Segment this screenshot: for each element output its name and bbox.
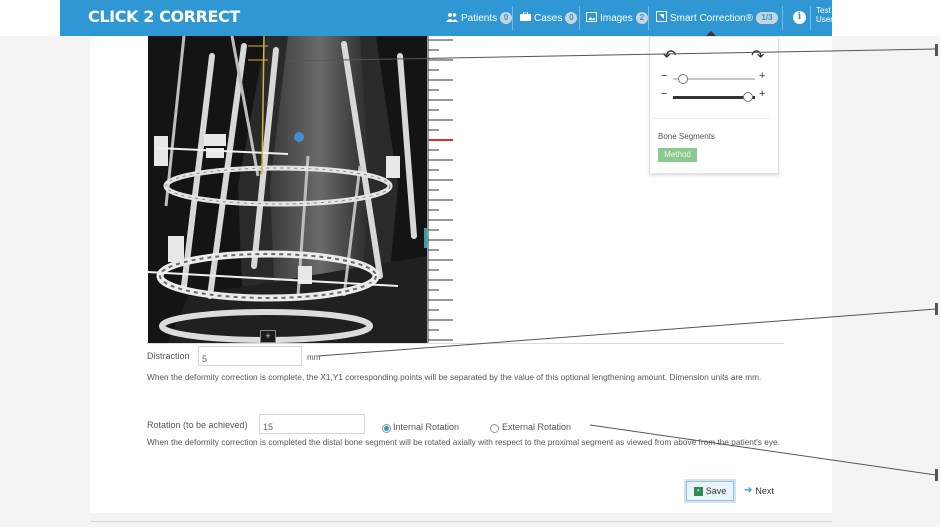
slider-handle[interactable] (743, 92, 754, 102)
image-icon (586, 11, 597, 25)
internal-rotation-radio[interactable] (382, 424, 391, 433)
slider-minus-icon[interactable]: − (661, 70, 667, 82)
next-link[interactable]: ➔ Next (744, 485, 774, 496)
internal-rotation-label[interactable]: Internal Rotation (393, 422, 459, 432)
callout-marker (935, 44, 938, 56)
nav-divider (648, 6, 649, 30)
external-rotation-label[interactable]: External Rotation (502, 422, 571, 432)
undo-icon[interactable]: ↶ (663, 46, 676, 65)
form-divider (146, 343, 784, 344)
measurement-ruler (427, 36, 455, 343)
nav-divider (512, 6, 513, 30)
patients-count-badge: 0 (500, 12, 513, 24)
chevron-down-icon[interactable]: ▼ (843, 12, 851, 21)
user-menu[interactable]: Test User (816, 6, 842, 24)
method-button[interactable]: Method (658, 148, 697, 162)
slider-plus-icon[interactable]: + (759, 70, 765, 82)
arrow-right-icon: ➔ (744, 485, 753, 496)
popover-divider (652, 118, 770, 119)
smart-correction-progress-badge: 1/3 (755, 12, 778, 24)
nav-smart-correction[interactable]: Smart Correction® 1/3 (656, 0, 778, 36)
opacity-slider[interactable]: − + (661, 70, 767, 85)
nav-smart-correction-label: Smart Correction® (670, 12, 753, 24)
xray-image-graphic (148, 36, 427, 343)
slider-plus-icon[interactable]: + (759, 88, 765, 100)
redo-icon[interactable]: ↷ (751, 46, 764, 65)
save-button[interactable]: ▪ Save (686, 481, 734, 501)
nav-divider (579, 6, 580, 30)
info-icon[interactable]: i (793, 11, 806, 24)
rotation-help-text: When the deformity correction is complet… (147, 437, 780, 447)
cases-count-badge: 0 (565, 12, 578, 24)
save-button-label: Save (705, 486, 727, 496)
ruler-ticks (427, 36, 453, 343)
xray-image[interactable] (148, 36, 427, 343)
floppy-disk-icon: ▪ (693, 486, 703, 496)
distraction-unit: mm (307, 353, 321, 362)
distraction-input[interactable] (198, 346, 302, 366)
distraction-help-text: When the deformity correction is complet… (147, 372, 762, 382)
nav-cases-label: Cases (534, 12, 563, 24)
callout-marker (935, 303, 938, 315)
user-last-name: User (816, 15, 833, 24)
nav-cases[interactable]: Cases 0 (520, 0, 578, 36)
rotation-label: Rotation (to be achieved) (147, 420, 248, 430)
footer-divider (90, 521, 832, 522)
bone-segments-label: Bone Segments (658, 132, 715, 141)
slider-handle[interactable] (677, 74, 688, 84)
nav-images-label: Images (600, 12, 633, 24)
next-link-label: Next (755, 485, 774, 496)
nav-divider (782, 6, 783, 30)
nav-patients[interactable]: Patients 0 (446, 0, 513, 36)
external-rotation-radio[interactable] (490, 424, 499, 433)
smart-correction-icon (656, 11, 667, 25)
users-icon (446, 12, 458, 25)
contrast-slider[interactable]: − + (661, 88, 767, 103)
callout-marker (935, 469, 938, 481)
brand-logo[interactable]: CLICK 2 CORRECT (88, 7, 240, 29)
nav-divider (810, 6, 811, 30)
nav-images[interactable]: Images 2 (586, 0, 648, 36)
expand-image-button[interactable]: + (260, 330, 276, 343)
distraction-label: Distraction (147, 351, 190, 361)
user-first-name: Test (816, 6, 831, 15)
slider-minus-icon[interactable]: − (661, 88, 667, 100)
images-count-badge: 2 (635, 12, 648, 24)
nav-patients-label: Patients (461, 12, 498, 24)
rotation-input[interactable] (259, 414, 365, 434)
briefcase-icon (520, 11, 531, 24)
